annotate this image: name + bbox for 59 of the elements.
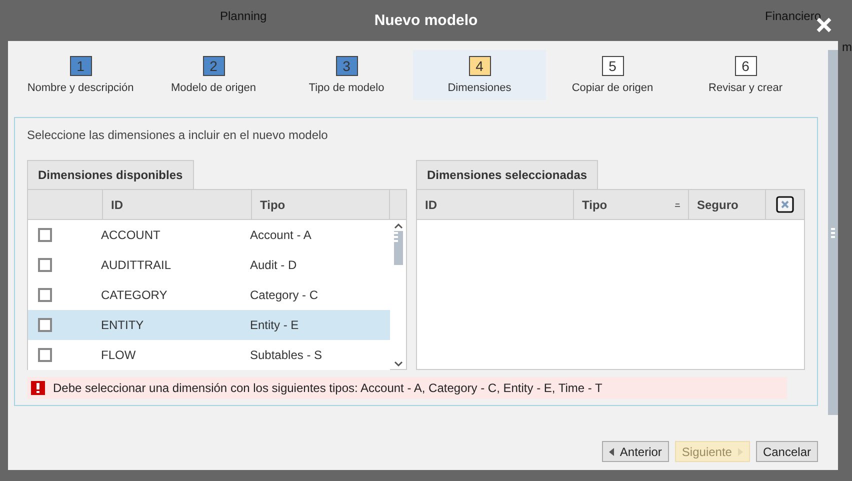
scrollbar[interactable] (828, 50, 838, 415)
step-label: Copiar de origen (572, 82, 654, 94)
clear-icon[interactable] (776, 196, 794, 213)
wizard-step[interactable]: 5 Copiar de origen (546, 50, 679, 100)
instruction-text: Seleccione las dimensiones a incluir en el nuevo modelo (27, 128, 329, 144)
wizard-step[interactable]: 4 Dimensiones (413, 50, 546, 100)
table-cell: Audit - D (250, 258, 297, 272)
step-number: 6 (734, 56, 756, 76)
table-cell: Subtables - S (250, 348, 322, 362)
step-number: 2 (202, 56, 224, 76)
column-header[interactable]: Tipo (252, 190, 390, 219)
sort-icon (675, 202, 680, 206)
error-message: Debe seleccionar una dimensión con los siguientes tipos: Account - A, Category - C, Entity - E, Time - T (53, 381, 602, 395)
row-checkbox[interactable] (38, 288, 52, 302)
background-text: Planning (220, 9, 267, 23)
table-cell: Entity - E (250, 318, 299, 332)
wizard-step[interactable]: 2 Modelo de origen (147, 50, 280, 100)
row-checkbox[interactable] (38, 258, 52, 272)
table-cell-text: AUDITTRAIL (101, 258, 172, 272)
column-header[interactable]: ID (417, 190, 574, 219)
grid-tab[interactable]: Dimensiones disponibles (27, 160, 194, 189)
grip-icon (394, 232, 398, 242)
table-cell-text: FLOW (101, 348, 137, 362)
scroll-down-icon[interactable] (394, 361, 402, 367)
step-label: Modelo de origen (170, 82, 256, 94)
background-text: m (842, 40, 852, 54)
table-cell-text: CATEGORY (101, 288, 168, 302)
step-number: 3 (336, 56, 358, 76)
step-label: Dimensiones (448, 82, 512, 94)
column-header[interactable]: Tipo (574, 190, 689, 219)
table-cell-text: ACCOUNT (101, 228, 162, 242)
background-text: Financiero (765, 9, 822, 23)
row-checkbox[interactable] (38, 228, 52, 242)
caret-right-icon (738, 448, 743, 456)
wizard-step[interactable]: 1 Nombre y descripción (14, 50, 147, 100)
step-number: 1 (70, 56, 92, 76)
table-cell: Account - A (250, 228, 312, 242)
step-label: Tipo de modelo (308, 82, 384, 94)
scroll-up-icon[interactable] (394, 223, 402, 229)
column-header[interactable]: ID (103, 190, 252, 219)
column-header[interactable]: Seguro (689, 190, 766, 219)
previous-button[interactable]: Anterior (602, 441, 669, 462)
table-cell-text: ENTITY (101, 318, 145, 332)
row-checkbox[interactable] (38, 348, 52, 362)
step-label: Nombre y descripción (27, 82, 134, 94)
step-label: Revisar y crear (708, 82, 782, 94)
window-title: Nuevo modelo (374, 12, 478, 29)
row-checkbox[interactable] (38, 318, 52, 332)
grip-icon (831, 228, 835, 238)
wizard-step[interactable]: 3 Tipo de modelo (280, 50, 413, 100)
step-number: 5 (602, 56, 624, 76)
table-cell: Category - C (250, 288, 318, 302)
wizard-step[interactable]: 6 Revisar y crear (679, 50, 812, 100)
caret-left-icon (608, 448, 614, 456)
error-icon (31, 381, 45, 395)
grid-row[interactable]: ENTITY Entity - E (28, 310, 390, 340)
step-number: 4 (468, 56, 490, 76)
grid-tab[interactable]: Dimensiones seleccionadas (416, 160, 598, 189)
cancel-button[interactable]: Cancelar (756, 441, 818, 462)
